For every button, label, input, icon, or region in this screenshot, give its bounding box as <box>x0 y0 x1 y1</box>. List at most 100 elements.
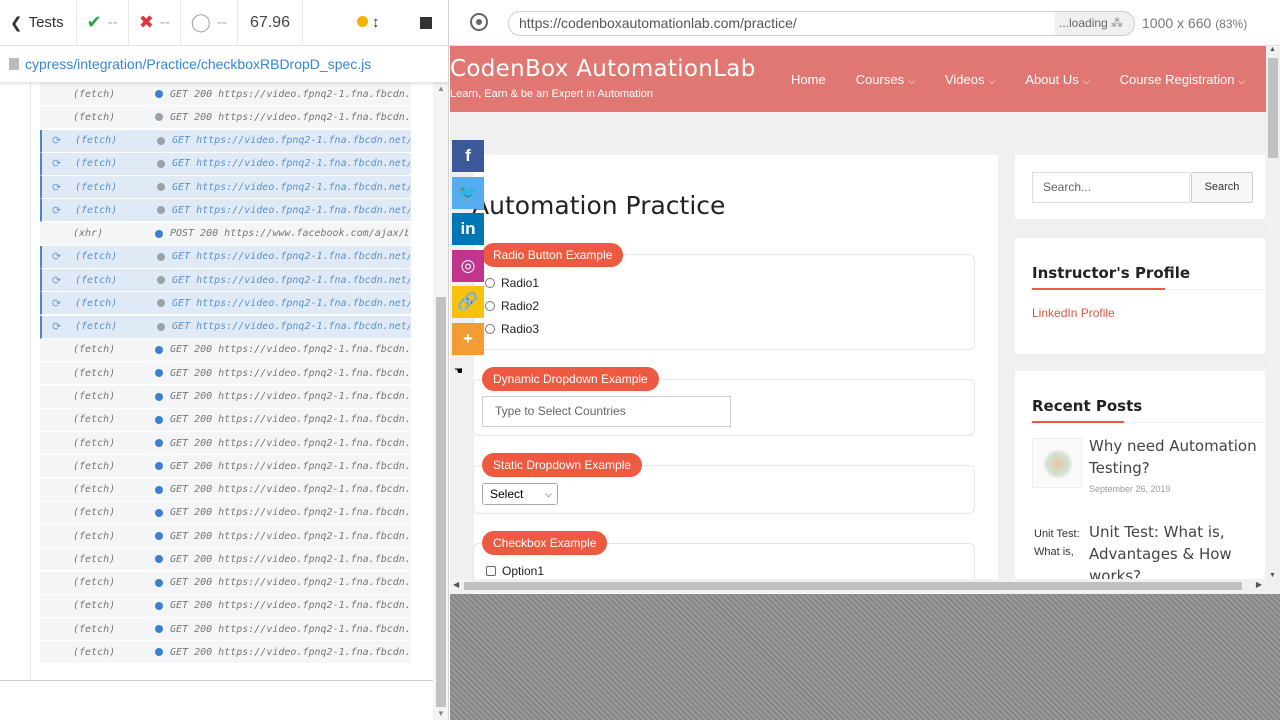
twitter-icon[interactable]: 🐦 <box>452 176 484 209</box>
command-type: (fetch) <box>75 321 118 333</box>
scroll-up-icon[interactable]: ▲ <box>1269 46 1276 53</box>
command-row[interactable]: (fetch) GET 200 https://video.fpnq2-1.fna… <box>40 594 411 618</box>
country-autocomplete-input[interactable]: Type to Select Countries <box>482 396 731 427</box>
site-logo[interactable]: CodenBox AutomationLab <box>450 56 756 82</box>
linkedin-icon[interactable]: in <box>452 213 484 246</box>
command-row[interactable]: (fetch) GET 200 https://video.fpnq2-1.fna… <box>40 571 411 595</box>
dynamic-dropdown-title: Dynamic Dropdown Example <box>482 367 659 391</box>
command-type: (fetch) <box>73 367 116 379</box>
arrows-vertical-icon: ↕ <box>371 14 380 31</box>
cypress-reporter: ❮ Tests ✔ -- ✖ -- ◯ -- 67.96 ↕ cypress/i… <box>0 0 449 720</box>
tests-button[interactable]: ❮ Tests <box>0 0 77 46</box>
command-row[interactable]: ⟳ (fetch) GET https://video.fpnq2-1.fna.fb… <box>40 315 411 339</box>
command-row[interactable]: ⟳ (fetch) GET https://video.fpnq2-1.fna.fb… <box>40 199 411 223</box>
post-thumbnail[interactable] <box>1032 438 1082 488</box>
command-row[interactable]: (fetch) GET 200 https://video.fpnq2-1.fna… <box>40 618 411 642</box>
command-message: POST 200 https://www.facebook.com/ajax/b… <box>170 228 408 240</box>
radio-section <box>473 254 975 350</box>
command-message: GET https://video.fpnq2-1.fna.fbcdn.net/… <box>172 251 410 263</box>
command-row[interactable]: (fetch) GET 200 https://video.fpnq2-1.fna… <box>40 548 411 572</box>
command-row[interactable]: (fetch) GET 200 https://video.fpnq2-1.fna… <box>40 478 411 502</box>
nav-home[interactable]: Home <box>791 72 826 87</box>
nav-courses[interactable]: Courses ⌵ <box>856 72 915 87</box>
checkbox[interactable] <box>486 566 496 576</box>
passed-count: ✔ -- <box>77 0 129 46</box>
command-message: GET 200 https://video.fpnq2-1.fna.fbcdn.… <box>170 484 408 496</box>
radio-option-3[interactable]: Radio3 <box>485 322 539 336</box>
post-date-1: September 26, 2019 <box>1089 484 1171 494</box>
radio-button[interactable] <box>485 278 495 288</box>
scroll-left-icon[interactable]: ◀ <box>453 580 459 589</box>
radio-option-2[interactable]: Radio2 <box>485 299 539 313</box>
spec-path-bar[interactable]: cypress/integration/Practice/checkboxRBD… <box>0 46 448 82</box>
command-row[interactable]: (fetch) GET 200 https://video.fpnq2-1.fna… <box>40 432 411 456</box>
post-title-2[interactable]: Unit Test: What is, Advantages & How wor… <box>1089 521 1259 587</box>
command-row[interactable]: (fetch) GET 200 https://video.fpnq2-1.fna… <box>40 525 411 549</box>
command-row[interactable]: (fetch) GET 200 https://video.fpnq2-1.fna… <box>40 385 411 409</box>
duration: 67.96 <box>238 0 303 46</box>
command-row[interactable]: ⟳ (fetch) GET https://video.fpnq2-1.fna.fb… <box>40 129 411 153</box>
broken-image-alt[interactable]: Unit Test: What is, <box>1034 525 1080 561</box>
scroll-down-icon[interactable]: ▼ <box>1269 572 1276 579</box>
command-row[interactable]: (fetch) GET 200 https://video.fpnq2-1.fna… <box>40 338 411 362</box>
nav-course-registration[interactable]: Course Registration ⌵ <box>1120 72 1246 87</box>
command-type: (fetch) <box>73 507 116 519</box>
command-row[interactable]: ⟳ (fetch) GET https://video.fpnq2-1.fna.fb… <box>40 176 411 200</box>
command-row[interactable]: ⟳ (fetch) GET https://video.fpnq2-1.fna.fb… <box>40 269 411 293</box>
command-message: GET https://video.fpnq2-1.fna.fbcdn.net/… <box>172 297 410 309</box>
scrollbar-thumb[interactable] <box>436 297 446 707</box>
command-row[interactable]: ⟳ (fetch) GET https://video.fpnq2-1.fna.fb… <box>40 245 411 269</box>
viewport-horizontal-scrollbar[interactable]: ◀ ▶ <box>450 579 1266 593</box>
command-message: GET 200 https://video.fpnq2-1.fna.fbcdn.… <box>170 111 408 123</box>
radio-button[interactable] <box>485 324 495 334</box>
radio-button[interactable] <box>485 301 495 311</box>
selector-playground-icon[interactable] <box>470 13 488 31</box>
nav-videos[interactable]: Videos ⌵ <box>945 72 995 87</box>
pending-value: -- <box>216 14 227 31</box>
command-row[interactable]: ⟳ (fetch) GET https://video.fpnq2-1.fna.fb… <box>40 292 411 316</box>
post-title-1[interactable]: Why need Automation Testing? <box>1089 435 1259 479</box>
scrollbar-thumb[interactable] <box>1268 58 1278 158</box>
facebook-icon[interactable]: f <box>452 140 484 172</box>
auto-scroll-toggle[interactable]: ↕ <box>356 14 380 31</box>
scroll-down-icon[interactable]: ▼ <box>437 709 445 718</box>
title-underline <box>1032 288 1165 290</box>
command-message: GET 200 https://video.fpnq2-1.fna.fbcdn.… <box>170 437 408 449</box>
command-row[interactable]: (fetch) GET 200 https://video.fpnq2-1.fna… <box>40 641 411 665</box>
more-icon[interactable]: + <box>452 323 484 355</box>
spinner-icon: ⁂ <box>1111 16 1124 30</box>
radio-option-1[interactable]: Radio1 <box>485 276 539 290</box>
command-row[interactable]: (fetch) GET 200 https://video.fpnq2-1.fna… <box>40 455 411 479</box>
viewport-vertical-scrollbar[interactable]: ▲ ▼ <box>1266 46 1280 579</box>
command-type: (fetch) <box>73 88 116 100</box>
reporter-scrollbar[interactable]: ▲ ▼ <box>433 82 448 720</box>
search-button[interactable]: Search <box>1191 172 1253 203</box>
command-message: GET 200 https://video.fpnq2-1.fna.fbcdn.… <box>170 530 408 542</box>
stop-icon[interactable] <box>420 16 432 29</box>
scroll-up-icon[interactable]: ▲ <box>437 84 445 93</box>
command-row[interactable]: (fetch) GET 200 https://video.fpnq2-1.fna… <box>40 362 411 386</box>
scrollbar-thumb[interactable] <box>464 582 1242 590</box>
command-row[interactable]: (fetch) GET 200 https://video.fpnq2-1.fna… <box>40 408 411 432</box>
checkbox-option-1[interactable]: Option1 <box>486 564 544 578</box>
scroll-right-icon[interactable]: ▶ <box>1256 580 1262 589</box>
spinner-icon: ⟳ <box>52 157 62 171</box>
static-dropdown-select[interactable]: Select ⌵ <box>482 483 558 505</box>
command-row[interactable]: (fetch) GET 200 https://video.fpnq2-1.fna… <box>40 501 411 525</box>
nav-about-us[interactable]: About Us ⌵ <box>1025 72 1089 87</box>
instagram-icon[interactable]: ◎ <box>452 249 484 282</box>
url-field[interactable]: https://codenboxautomationlab.com/practi… <box>508 11 1056 36</box>
spec-path[interactable]: cypress/integration/Practice/checkboxRBD… <box>25 56 371 72</box>
command-type: (fetch) <box>75 158 118 170</box>
command-row[interactable]: (fetch) GET 200 https://video.fpnq2-1.fna… <box>40 106 411 130</box>
status-dot-icon <box>155 415 163 424</box>
command-row[interactable]: (fetch) GET 200 https://video.fpnq2-1.fna… <box>40 83 411 106</box>
command-row[interactable]: (xhr) POST 200 https://www.facebook.com/a… <box>40 222 411 246</box>
site-tagline: Learn, Earn & be an Expert in Automation <box>450 88 654 100</box>
search-input[interactable]: Search... <box>1032 172 1190 203</box>
copy-link-icon[interactable]: 🔗 <box>452 286 484 319</box>
command-row[interactable]: ⟳ (fetch) GET https://video.fpnq2-1.fna.fb… <box>40 152 411 176</box>
instructor-title: Instructor's Profile <box>1032 264 1191 282</box>
linkedin-profile-link[interactable]: LinkedIn Profile <box>1032 306 1115 320</box>
command-message: GET https://video.fpnq2-1.fna.fbcdn.net/… <box>172 135 410 147</box>
